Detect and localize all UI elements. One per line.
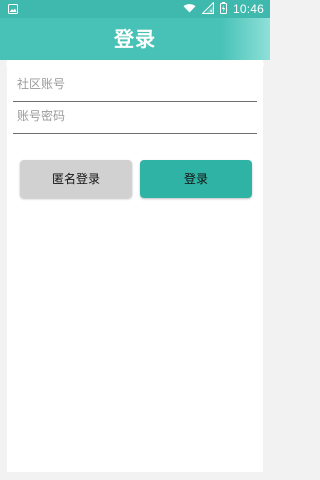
status-icons: 10:46 xyxy=(183,0,264,17)
account-password-field xyxy=(13,99,261,134)
community-account-field xyxy=(13,67,261,102)
image-icon xyxy=(8,3,18,14)
account-password-input[interactable] xyxy=(13,99,261,133)
signal-icon xyxy=(201,0,214,17)
status-time: 10:46 xyxy=(232,2,264,16)
app-bar: 登录 xyxy=(0,18,270,66)
community-account-input[interactable] xyxy=(13,67,261,101)
anonymous-login-button[interactable]: 匿名登录 xyxy=(20,160,132,198)
battery-icon xyxy=(219,1,227,17)
login-button[interactable]: 登录 xyxy=(140,160,252,198)
wifi-icon xyxy=(183,2,196,16)
status-bar: 10:46 xyxy=(0,0,270,18)
login-card: 匿名登录 登录 xyxy=(7,60,263,472)
page-title: 登录 xyxy=(114,27,156,51)
